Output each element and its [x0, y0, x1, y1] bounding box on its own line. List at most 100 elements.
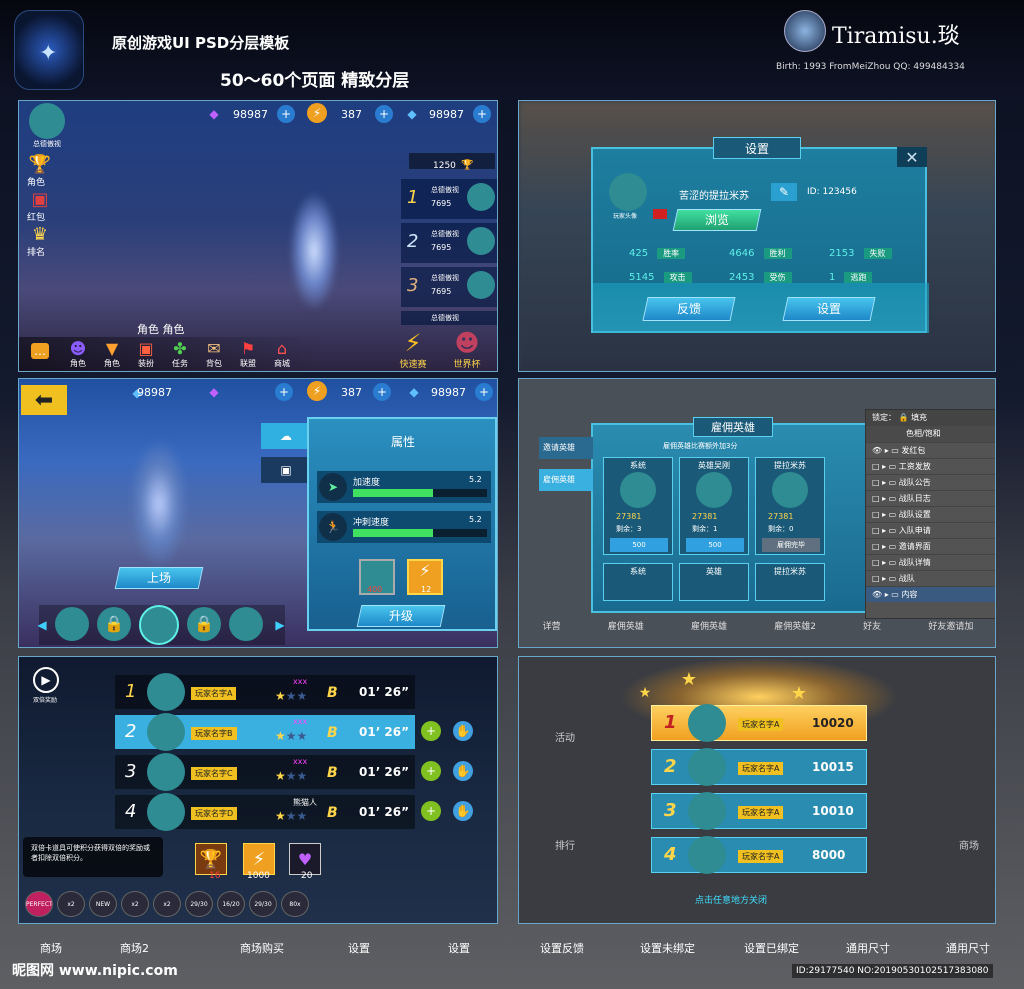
feedback-button[interactable]: 反馈: [642, 297, 736, 321]
add-friend-icon[interactable]: +: [421, 761, 441, 781]
nav-item-role2[interactable]: ▼ 角色: [97, 339, 127, 371]
layer-row[interactable]: □ ▸ ▭ 工资发放: [866, 458, 995, 474]
lb-avatar: [688, 748, 726, 786]
rank-icon[interactable]: ♛: [27, 223, 53, 245]
layer-row[interactable]: □ ▸ ▭ 战队公告: [866, 474, 995, 490]
world-cup-button[interactable]: ☻ 世界杯: [441, 329, 493, 371]
tab-invite[interactable]: 邀请英雄: [539, 437, 593, 459]
leaderboard-row[interactable]: 4 玩家名字A 8000: [651, 836, 867, 874]
hero-card[interactable]: 提拉米苏 27381 剩余：0 雇佣完毕: [755, 457, 825, 555]
tab-hire[interactable]: 雇佣英雄: [539, 469, 593, 491]
like-icon[interactable]: ✋: [453, 801, 473, 821]
eye-icon[interactable]: □: [872, 526, 880, 535]
hire-button[interactable]: 雇佣完毕: [762, 538, 820, 552]
add-friend-icon[interactable]: +: [421, 801, 441, 821]
leaderboard-row[interactable]: 3 玩家名字A 10010: [651, 792, 867, 830]
hero-card-row2[interactable]: 英雄: [679, 563, 749, 601]
hero-card[interactable]: 英雄吴刚 27381 剩余：1 500: [679, 457, 749, 555]
race-row[interactable]: 4 玩家名字D 熊猫人 ★★★ B 01’ 26”: [115, 793, 415, 831]
rank-row-4[interactable]: 总德傲视: [401, 311, 497, 325]
eye-icon[interactable]: □: [872, 574, 880, 583]
eye-icon[interactable]: □: [872, 494, 880, 503]
rank-row-2[interactable]: 2 总德傲视 7695: [401, 223, 497, 263]
nav-item-shop[interactable]: ⌂ 商城: [267, 339, 297, 371]
next-arrow-icon[interactable]: ▶: [273, 615, 287, 635]
layer-row[interactable]: □ ▸ ▭ 战队日志: [866, 490, 995, 506]
eye-icon[interactable]: 👁: [872, 446, 882, 455]
layer-row[interactable]: 👁 ▸ ▭ 发红包: [866, 442, 995, 458]
quick-match-button[interactable]: ⚡ 快速赛: [391, 329, 435, 371]
chat-icon[interactable]: …: [31, 343, 49, 359]
trophy-icon[interactable]: 🏆: [27, 153, 53, 175]
add-res1-button[interactable]: +: [277, 105, 295, 123]
cost-slot-1[interactable]: 400: [359, 559, 395, 595]
layer-row[interactable]: □ ▸ ▭ 战队设置: [866, 506, 995, 522]
eye-icon[interactable]: 👁: [872, 590, 882, 599]
eye-icon[interactable]: □: [872, 542, 880, 551]
bottom-nav: ☻ 角色 ▼ 角色 ▣ 装扮 ✤ 任务 ✉ 背包 ⚑ 联盟 ⌂ 商城: [63, 339, 303, 371]
prev-arrow-icon[interactable]: ◀: [35, 615, 49, 635]
hire-button[interactable]: 500: [686, 538, 744, 552]
lock-icon[interactable]: 🔒: [899, 413, 909, 422]
nav-item-role1[interactable]: ☻ 角色: [63, 339, 93, 371]
eye-icon[interactable]: □: [872, 462, 880, 471]
deploy-button[interactable]: 上场: [114, 567, 204, 589]
rank-row-1[interactable]: 1 总德傲视 7695: [401, 179, 497, 219]
slot-1[interactable]: [55, 607, 89, 641]
nav-item-task[interactable]: ✤ 任务: [165, 339, 195, 371]
like-icon[interactable]: ✋: [453, 761, 473, 781]
hire-button[interactable]: 500: [610, 538, 668, 552]
cost-slot-2[interactable]: ⚡ 12: [407, 559, 443, 595]
rank-row-3[interactable]: 3 总德傲视 7695: [401, 267, 497, 307]
layer-row[interactable]: □ ▸ ▭ 战队详情: [866, 554, 995, 570]
slot-3-selected[interactable]: [139, 605, 179, 645]
tab-card-icon[interactable]: ▣: [261, 457, 311, 483]
nav-item-bag[interactable]: ✉ 背包: [199, 339, 229, 371]
replay-icon[interactable]: ▶: [33, 667, 59, 693]
leaderboard-row[interactable]: 2 玩家名字A 10015: [651, 748, 867, 786]
add-res3-button[interactable]: +: [473, 105, 491, 123]
layer-row[interactable]: □ ▸ ▭ 邀请界面: [866, 538, 995, 554]
edit-icon[interactable]: ✎: [771, 183, 797, 201]
hire-title: 雇佣英雄: [693, 417, 773, 437]
add-res1-button[interactable]: +: [275, 383, 293, 401]
add-friend-icon[interactable]: +: [421, 721, 441, 741]
close-icon[interactable]: ✕: [897, 147, 927, 167]
hero-card[interactable]: 系统 27381 剩余：3 500: [603, 457, 673, 555]
browse-button[interactable]: 浏览: [672, 209, 762, 231]
stat-cell: 1 逃跑: [829, 265, 921, 283]
lock-slot-2[interactable]: 🔒: [97, 607, 131, 641]
eye-icon[interactable]: □: [872, 558, 880, 567]
lock-slot-4[interactable]: 🔒: [187, 607, 221, 641]
like-icon[interactable]: ✋: [453, 721, 473, 741]
race-time: 01’ 26”: [359, 805, 410, 819]
layer-row[interactable]: 👁 ▸ ▭ 内容: [866, 586, 995, 602]
eye-icon[interactable]: □: [872, 510, 880, 519]
leaderboard-row[interactable]: 1 玩家名字A 10020: [651, 704, 867, 742]
race-row[interactable]: 3 玩家名字C xxx ★★★ B 01’ 26”: [115, 753, 415, 791]
layer-row[interactable]: □ ▸ ▭ 战队: [866, 570, 995, 586]
hero-card-row2[interactable]: 提拉米苏: [755, 563, 825, 601]
nav-item-dress[interactable]: ▣ 装扮: [131, 339, 161, 371]
race-row[interactable]: 1 玩家名字A xxx ★★★ B 01’ 26”: [115, 673, 415, 711]
race-row[interactable]: 2 玩家名字B xxx ★★★ B 01’ 26”: [115, 713, 415, 751]
eye-icon[interactable]: □: [872, 478, 880, 487]
item-count-2: 1000: [247, 871, 270, 881]
layer-row[interactable]: □ ▸ ▭ 入队申请: [866, 522, 995, 538]
add-res2-button[interactable]: +: [373, 383, 391, 401]
back-arrow-icon[interactable]: ⬅: [21, 385, 67, 415]
layer-adjust[interactable]: 色相/饱和: [866, 426, 995, 442]
nav-item-league[interactable]: ⚑ 联盟: [233, 339, 263, 371]
hero-card-row2[interactable]: 系统: [603, 563, 673, 601]
redpack-icon[interactable]: ▣: [27, 188, 53, 210]
add-res3-button[interactable]: +: [475, 383, 493, 401]
add-res2-button[interactable]: +: [375, 105, 393, 123]
upgrade-button[interactable]: 升级: [356, 605, 446, 627]
speed-label: 加速度: [353, 478, 381, 488]
tab-ghost-icon[interactable]: ☁: [261, 423, 311, 449]
close-hint[interactable]: 点击任意地方关闭: [695, 893, 767, 906]
slot-5[interactable]: [229, 607, 263, 641]
settings-button[interactable]: 设置: [782, 297, 876, 321]
player-avatar[interactable]: [609, 173, 647, 211]
player-avatar[interactable]: [29, 103, 65, 139]
